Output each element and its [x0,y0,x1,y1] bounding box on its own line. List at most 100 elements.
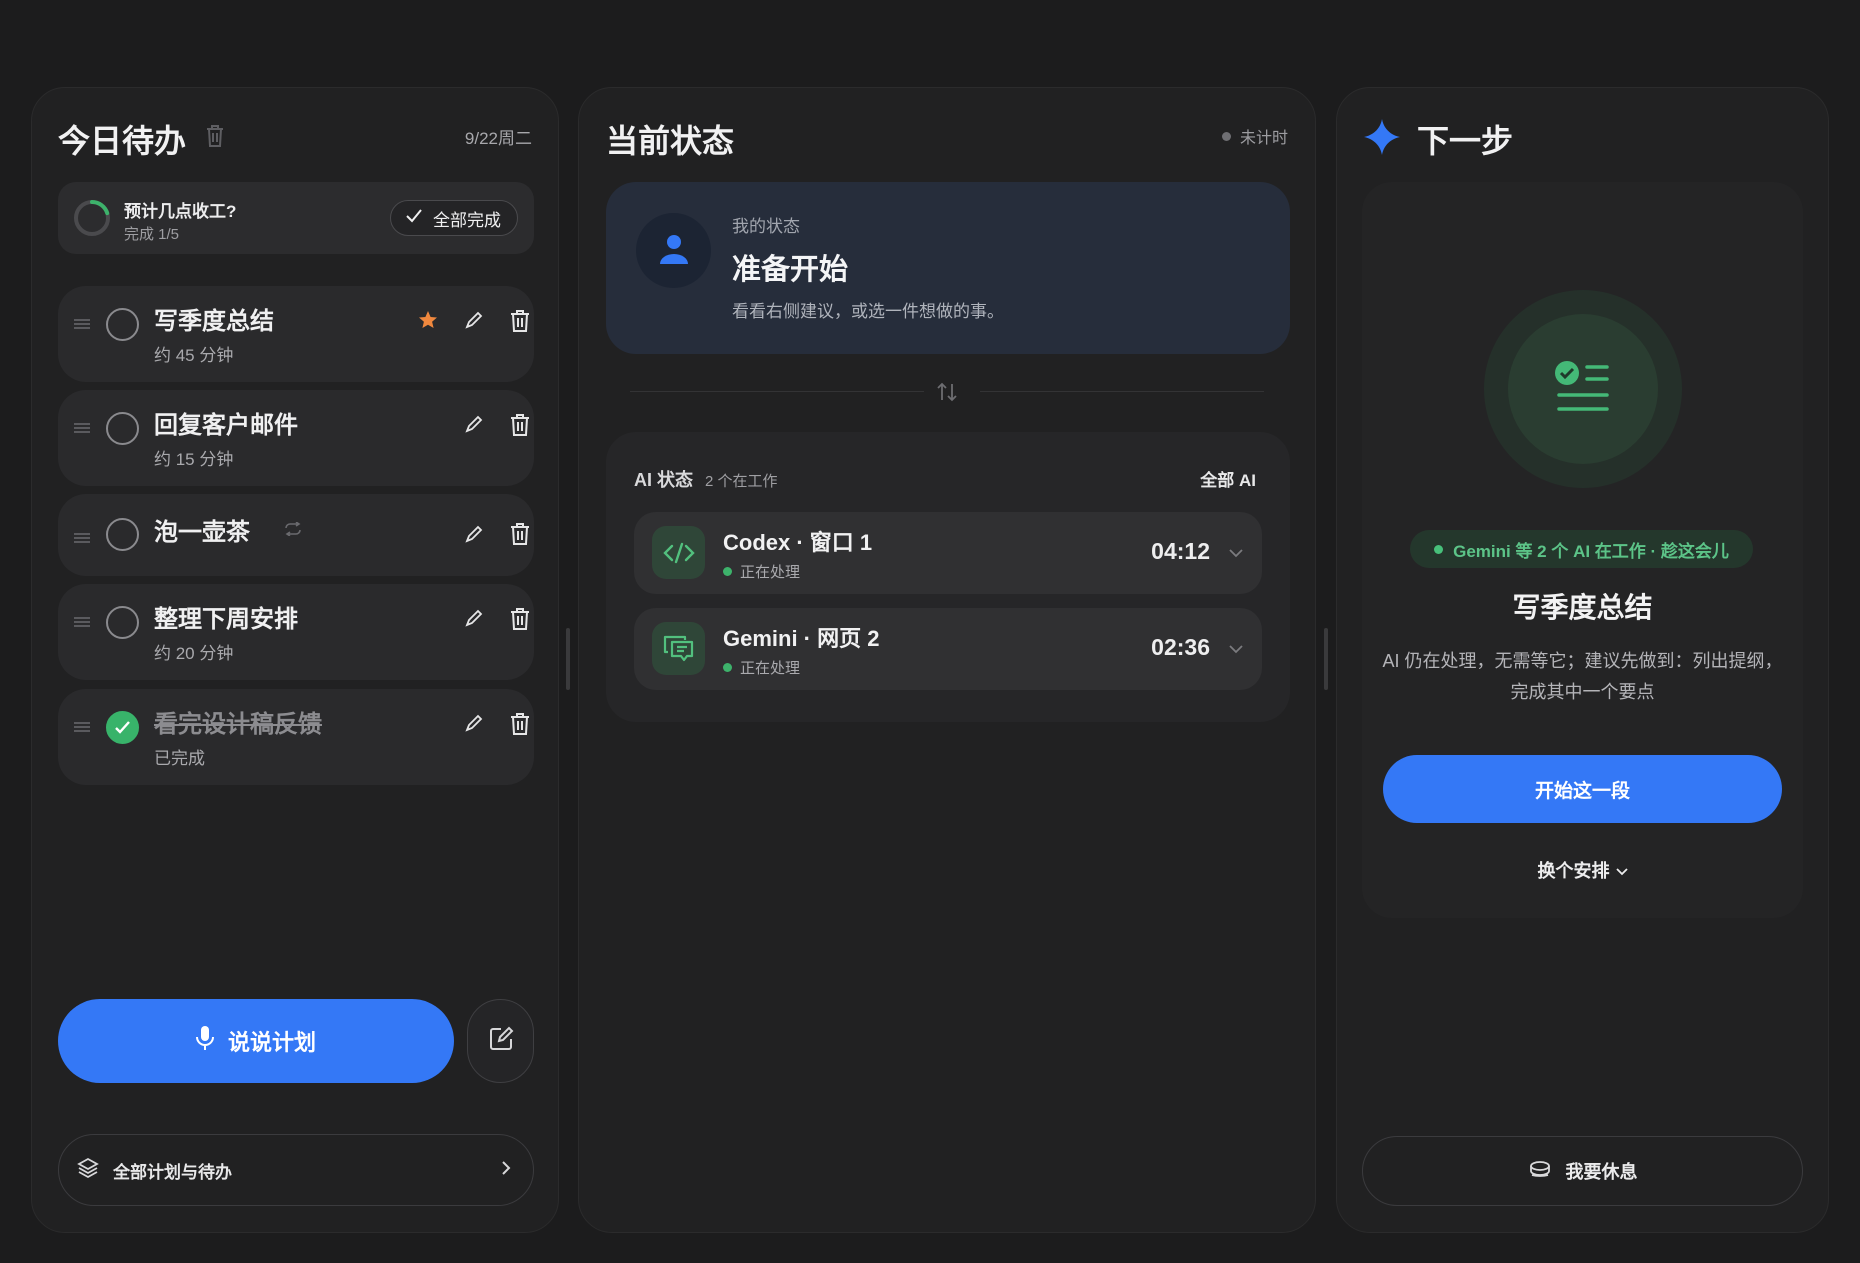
ai-agent-row[interactable]: Codex · 窗口 1 正在处理 04:12 [634,512,1262,594]
edit-pencil-icon[interactable] [464,524,484,549]
divider-line [630,391,924,392]
next-step-header: 下一步 [1363,116,1513,162]
edit-pencil-icon[interactable] [464,713,484,738]
task-duration: 约 20 分钟 [154,644,234,663]
change-plan-label: 换个安排 [1537,861,1610,881]
change-plan-button[interactable]: 换个安排 [1362,857,1803,883]
sparkle-icon [1363,118,1401,161]
ai-agent-name: Gemini · 网页 2 [723,626,880,651]
ai-agent-time: 04:12 [1151,538,1210,564]
next-step-panel: 下一步 Gemini 等 2 个 AI 在工作 · 趁这会儿 写季度总结 AI … [1336,87,1829,1233]
drag-handle-icon[interactable] [74,316,90,334]
chevron-right-icon [501,1160,511,1181]
finish-time-question[interactable]: 预计几点收工? [124,197,236,222]
ai-agent-status-label: 正在处理 [740,564,801,581]
drag-handle-icon[interactable] [74,614,90,632]
suggested-task-name: 写季度总结 [1512,592,1653,623]
person-icon [657,231,691,270]
task-item[interactable]: 写季度总结 约 45 分钟 [58,286,534,382]
code-icon [652,526,705,579]
task-duration: 约 15 分钟 [154,450,234,469]
microphone-icon [195,1025,214,1057]
speak-plan-button[interactable]: 说说计划 [58,999,454,1083]
progress-ring-icon [72,198,112,243]
checkmark-icon [405,208,423,229]
ai-working-count: 2 个在工作 [705,473,778,490]
ai-working-pill-label: Gemini 等 2 个 AI 在工作 · 趁这会儿 [1453,541,1729,561]
status-dot-icon [723,663,732,672]
ai-agent-status: 正在处理 [723,657,800,678]
task-item[interactable]: 整理下周安排 约 20 分钟 [58,584,534,680]
chevron-down-icon[interactable] [1228,641,1244,659]
mark-all-done-button[interactable]: 全部完成 [390,200,518,236]
repeat-icon [284,521,302,541]
today-title: 今日待办 [58,123,187,159]
my-state-title: 准备开始 [732,254,849,286]
layers-icon [77,1157,99,1184]
edit-pencil-icon[interactable] [464,414,484,439]
ai-working-pill: Gemini 等 2 个 AI 在工作 · 趁这会儿 [1410,530,1753,568]
my-state-card: 我的状态 准备开始 看看右侧建议，或选一件想做的事。 [606,182,1290,354]
my-state-desc: 看看右侧建议，或选一件想做的事。 [732,302,1004,321]
task-name: 回复客户邮件 [154,412,298,439]
coffee-cup-icon [1528,1159,1554,1184]
task-name: 整理下周安排 [154,606,298,633]
suggestion-desc: AI 仍在处理，无需等它；建议先做到：列出提纲，完成其中一个要点 [1382,651,1783,702]
drag-handle-icon[interactable] [74,530,90,548]
task-checkbox[interactable] [106,518,139,551]
clear-trash-icon[interactable] [205,124,225,153]
take-break-button[interactable]: 我要休息 [1362,1136,1803,1206]
checklist-icon [1553,359,1613,420]
ai-agent-row[interactable]: Gemini · 网页 2 正在处理 02:36 [634,608,1262,690]
divider-line [980,391,1264,392]
today-panel: 今日待办 9/22周二 预计几点收工? 完成 1/5 全部完成 写季度总结 约 … [31,87,559,1233]
star-icon[interactable] [418,310,438,335]
next-step-title: 下一步 [1417,123,1514,159]
ai-status-card: AI 状态 2 个在工作 全部 AI Codex · 窗口 1 正在处理 04:… [606,432,1290,722]
speak-plan-label: 说说计划 [227,1030,316,1055]
compose-edit-icon [488,1026,514,1057]
start-segment-button[interactable]: 开始这一段 [1383,755,1782,823]
status-dot-icon [1434,544,1444,554]
task-item[interactable]: 回复客户邮件 约 15 分钟 [58,390,534,486]
drag-handle-icon[interactable] [74,420,90,438]
task-duration: 约 45 分钟 [154,346,234,365]
task-checkbox-checked[interactable] [106,711,139,744]
swap-arrows-icon[interactable] [935,380,959,409]
delete-trash-icon[interactable] [510,713,530,740]
task-checkbox[interactable] [106,412,139,445]
delete-trash-icon[interactable] [510,310,530,337]
drag-handle-icon[interactable] [74,719,90,737]
all-plans-label: 全部计划与待办 [113,1162,232,1182]
timer-state: 未计时 [1221,124,1288,148]
task-checkbox[interactable] [106,606,139,639]
task-item[interactable]: 泡一壶茶 [58,494,534,576]
task-status: 已完成 [154,749,205,768]
my-state-label: 我的状态 [732,217,800,236]
delete-trash-icon[interactable] [510,608,530,635]
task-checkbox[interactable] [106,308,139,341]
progress-count: 完成 1/5 [124,226,180,243]
compose-button[interactable] [467,999,534,1083]
ai-agent-time: 02:36 [1151,634,1210,660]
progress-card: 预计几点收工? 完成 1/5 全部完成 [58,182,534,254]
all-ai-link[interactable]: 全部 AI [1200,466,1256,491]
delete-trash-icon[interactable] [510,523,530,550]
edit-pencil-icon[interactable] [464,608,484,633]
timer-state-label: 未计时 [1239,130,1288,147]
task-name: 看完设计稿反馈 [154,711,322,738]
today-date: 9/22周二 [464,129,532,148]
chevron-down-icon[interactable] [1228,545,1244,563]
panel-resize-handle[interactable] [1324,628,1328,690]
chat-icon [652,622,705,675]
edit-pencil-icon[interactable] [464,310,484,335]
panel-resize-handle[interactable] [566,628,570,690]
delete-trash-icon[interactable] [510,414,530,441]
ai-agent-name: Codex · 窗口 1 [723,530,873,555]
ai-agent-status-label: 正在处理 [740,660,801,677]
task-item[interactable]: 看完设计稿反馈 已完成 [58,689,534,785]
all-plans-link[interactable]: 全部计划与待办 [58,1134,534,1206]
status-panel: 当前状态 未计时 我的状态 准备开始 看看右侧建议，或选一件想做的事。 AI 状… [578,87,1316,1233]
timer-dot-icon [1221,131,1231,141]
status-title: 当前状态 [606,123,735,159]
